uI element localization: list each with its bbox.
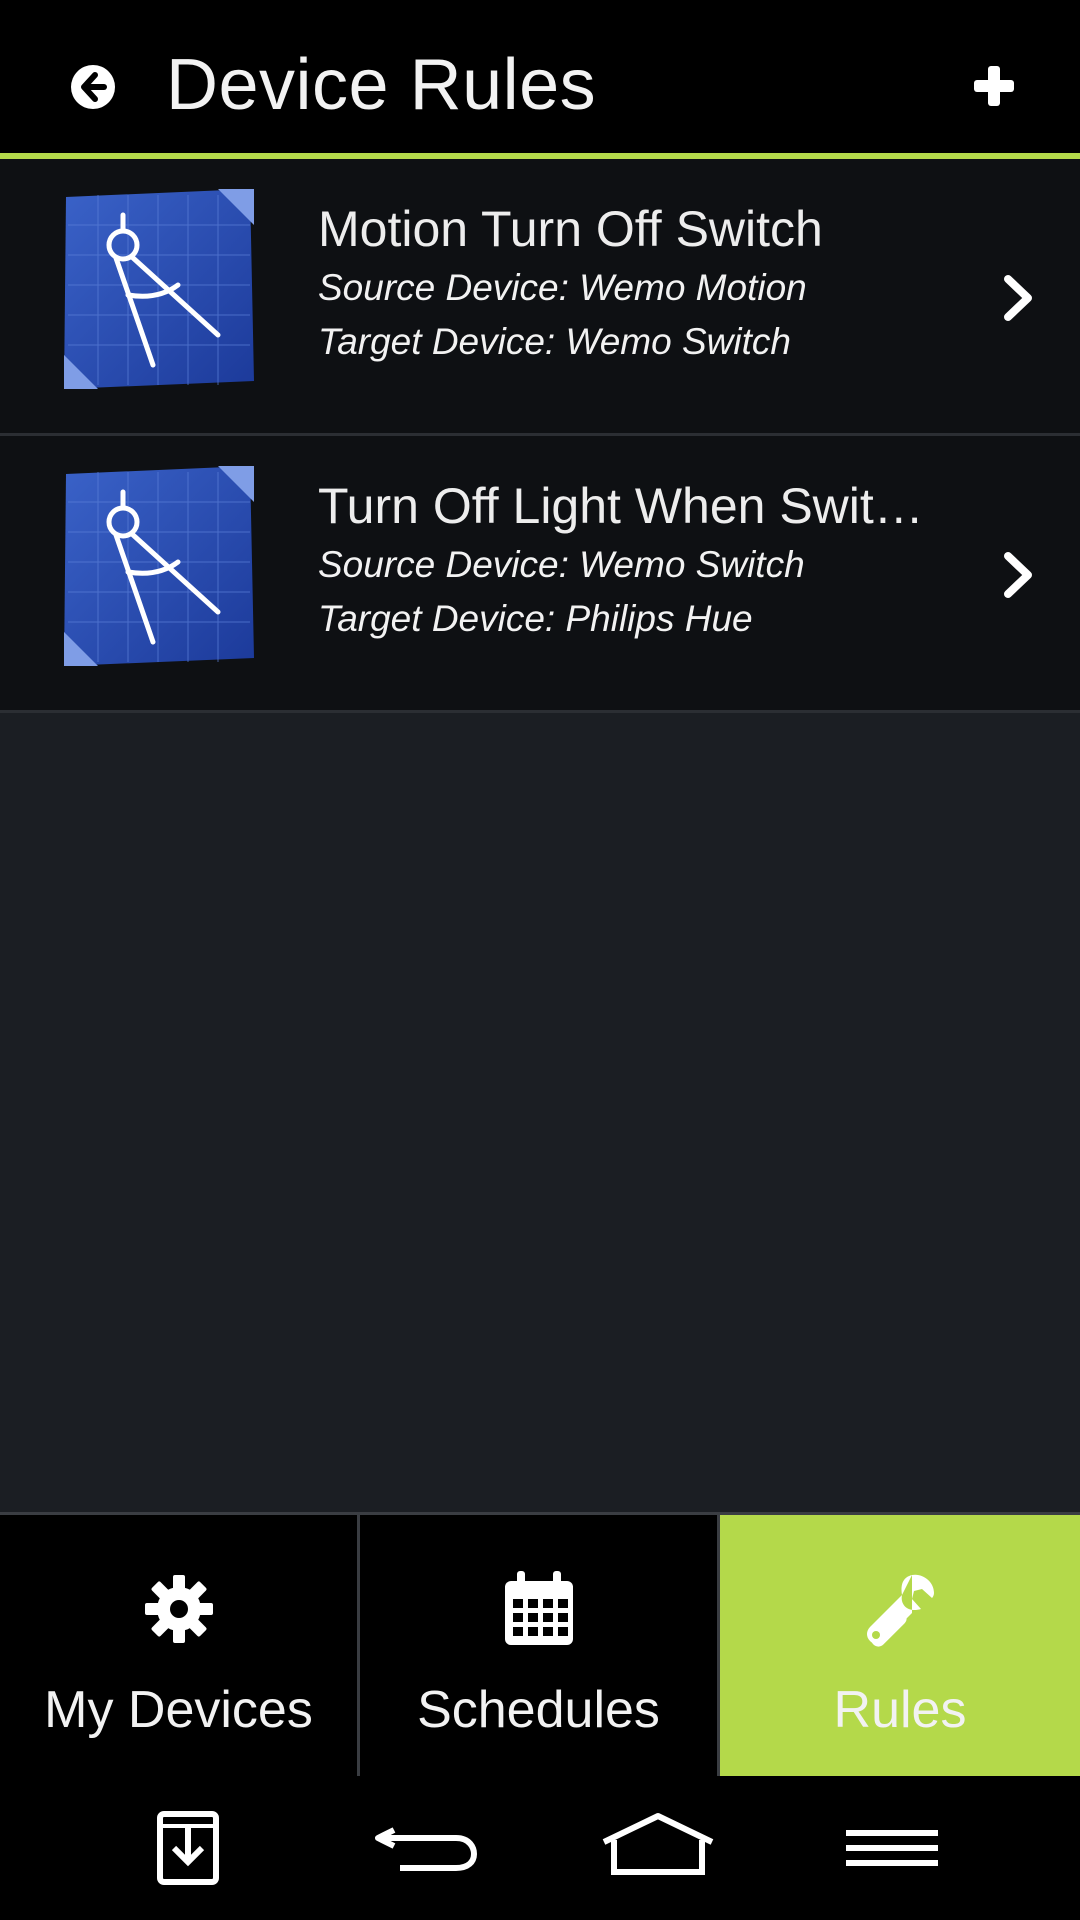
back-arrow-icon[interactable] xyxy=(70,64,116,110)
rule-text: Turn Off Light When Switch Turns Off Sou… xyxy=(318,474,958,646)
device-rules-screen: Device Rules Motion Turn Off Switch Sour… xyxy=(0,0,1080,1920)
wrench-icon xyxy=(867,1574,934,1647)
chevron-right-icon[interactable] xyxy=(1000,550,1036,600)
rule-target-device: Target Device: Philips Hue xyxy=(318,598,753,639)
rule-list: Motion Turn Off Switch Source Device: We… xyxy=(0,159,1080,713)
download-icon[interactable] xyxy=(156,1800,220,1896)
rule-name: Turn Off Light When Switch Turns Off xyxy=(318,478,938,534)
blueprint-compass-icon xyxy=(64,466,254,666)
rule-row[interactable]: Motion Turn Off Switch Source Device: We… xyxy=(0,159,1080,436)
calendar-icon xyxy=(504,1571,573,1645)
rule-text: Motion Turn Off Switch Source Device: We… xyxy=(318,197,958,369)
tab-rules[interactable]: Rules xyxy=(720,1515,1080,1776)
rule-target-device: Target Device: Wemo Switch xyxy=(318,321,791,362)
system-nav-bar xyxy=(0,1776,1080,1920)
app-header: Device Rules xyxy=(0,0,1080,159)
bottom-tab-bar: My Devices Schedules Rules xyxy=(0,1512,1080,1776)
tab-label: Schedules xyxy=(417,1681,660,1739)
blueprint-compass-icon xyxy=(64,189,254,389)
home-icon[interactable] xyxy=(600,1800,716,1896)
back-icon[interactable] xyxy=(370,1800,480,1896)
menu-icon[interactable] xyxy=(844,1800,940,1896)
rule-source-device: Source Device: Wemo Switch xyxy=(318,544,805,585)
rule-row[interactable]: Turn Off Light When Switch Turns Off Sou… xyxy=(0,436,1080,713)
tab-my-devices[interactable]: My Devices xyxy=(0,1515,360,1776)
add-rule-icon[interactable] xyxy=(972,64,1016,108)
tab-label: My Devices xyxy=(44,1681,313,1739)
gear-icon xyxy=(144,1575,213,1643)
rule-name: Motion Turn Off Switch xyxy=(318,201,823,257)
tab-schedules[interactable]: Schedules xyxy=(360,1515,720,1776)
page-title: Device Rules xyxy=(166,45,597,125)
rule-source-device: Source Device: Wemo Motion xyxy=(318,267,807,308)
chevron-right-icon[interactable] xyxy=(1000,273,1036,323)
tab-label: Rules xyxy=(833,1681,967,1739)
